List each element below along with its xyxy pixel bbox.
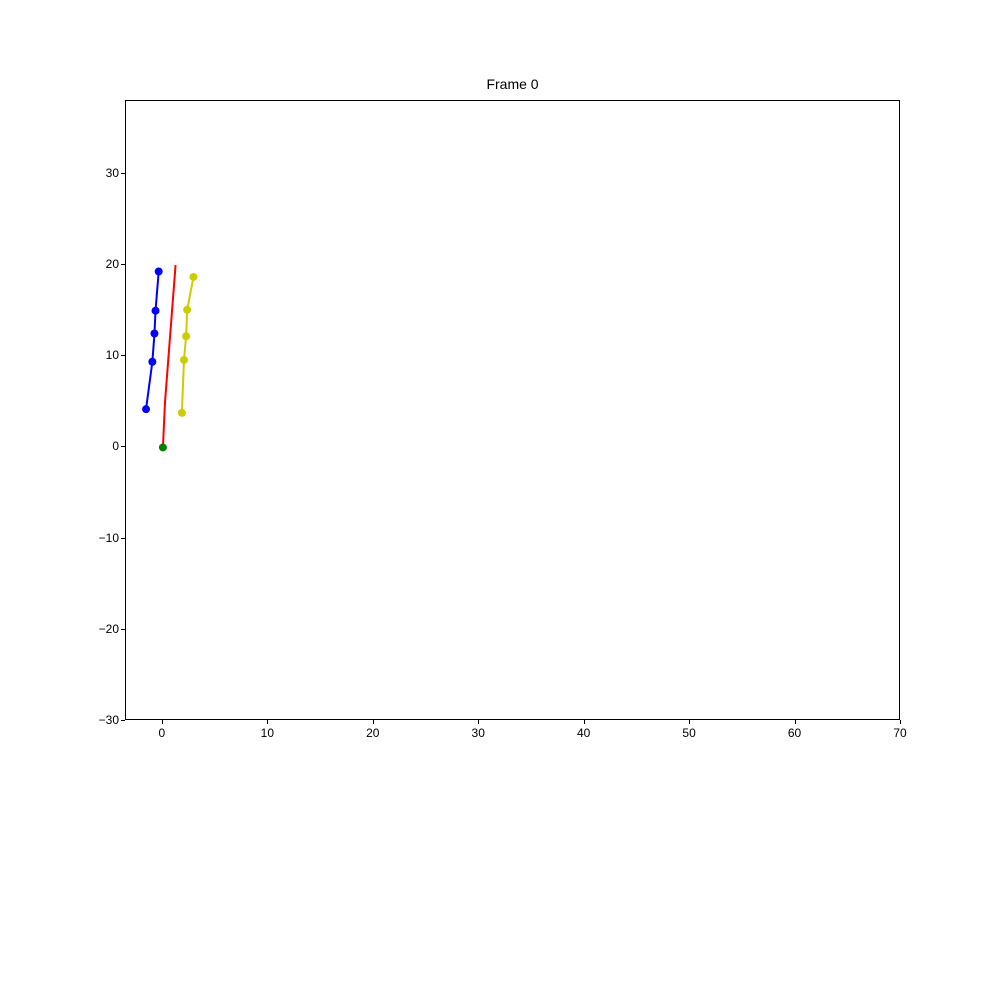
y-tick-label: 0 <box>112 439 119 453</box>
series-marker-blue-series <box>150 330 158 338</box>
x-tick-label: 30 <box>472 726 485 740</box>
chart-container: Frame 0 010203040506070−30−20−100102030 <box>125 100 900 720</box>
y-tick <box>121 355 125 356</box>
y-tick-label: −10 <box>99 531 119 545</box>
x-tick <box>267 720 268 724</box>
series-marker-yellow-series <box>189 273 197 281</box>
x-tick-label: 60 <box>788 726 801 740</box>
series-marker-yellow-series <box>182 332 190 340</box>
x-tick-label: 20 <box>366 726 379 740</box>
y-tick-label: 10 <box>106 348 119 362</box>
series-marker-blue-series <box>148 358 156 366</box>
x-tick <box>478 720 479 724</box>
series-line-blue-series <box>146 272 159 410</box>
y-tick-label: −20 <box>99 622 119 636</box>
x-tick-label: 0 <box>159 726 166 740</box>
x-tick-label: 10 <box>261 726 274 740</box>
series-marker-blue-series <box>155 268 163 276</box>
x-tick-label: 40 <box>577 726 590 740</box>
series-marker-yellow-series <box>183 306 191 314</box>
x-tick <box>689 720 690 724</box>
x-tick <box>162 720 163 724</box>
y-tick <box>121 720 125 721</box>
series-marker-blue-series <box>152 307 160 315</box>
series-marker-yellow-series <box>180 356 188 364</box>
plot-area <box>125 100 900 720</box>
y-tick-label: −30 <box>99 713 119 727</box>
y-tick-label: 30 <box>106 166 119 180</box>
series-line-red-line <box>163 265 176 447</box>
x-tick-label: 70 <box>893 726 906 740</box>
x-tick <box>795 720 796 724</box>
x-tick-label: 50 <box>682 726 695 740</box>
y-tick <box>121 173 125 174</box>
y-tick-label: 20 <box>106 257 119 271</box>
x-tick <box>900 720 901 724</box>
y-tick <box>121 264 125 265</box>
x-tick <box>373 720 374 724</box>
series-marker-blue-series <box>142 405 150 413</box>
x-tick <box>584 720 585 724</box>
y-tick <box>121 629 125 630</box>
chart-svg <box>126 101 901 721</box>
series-line-yellow-series <box>182 277 194 413</box>
y-tick <box>121 446 125 447</box>
series-marker-yellow-series <box>178 409 186 417</box>
series-marker-green-point <box>159 443 167 451</box>
chart-title: Frame 0 <box>125 76 900 92</box>
y-tick <box>121 538 125 539</box>
